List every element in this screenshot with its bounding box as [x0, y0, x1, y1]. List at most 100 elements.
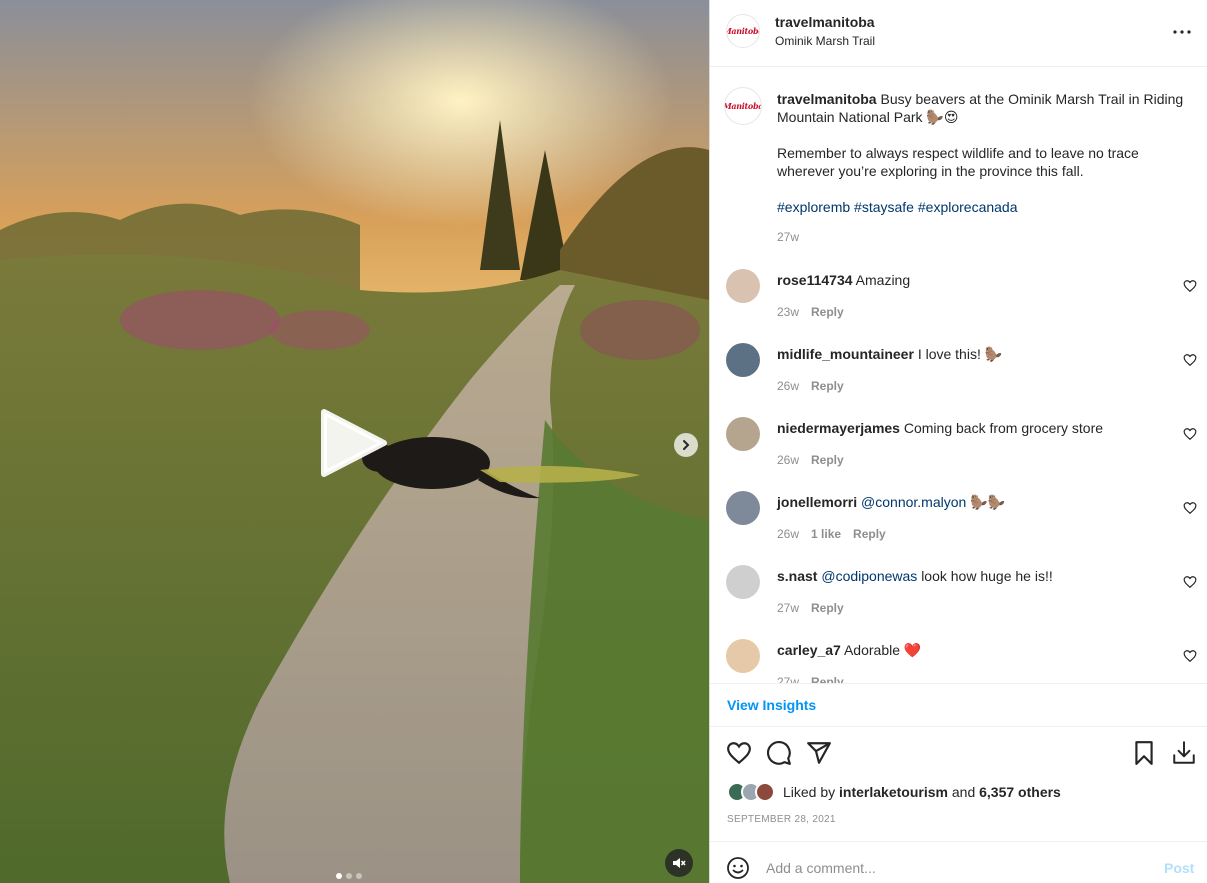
comment-item: midlife_mountaineer I love this! 🦫 26w Re… [710, 343, 1207, 417]
carousel-indicator [336, 873, 362, 879]
comment-username[interactable]: jonellemorri [777, 494, 857, 510]
comment-mention[interactable]: @codiponewas [821, 568, 917, 584]
reply-button[interactable]: Reply [853, 527, 886, 541]
heart-icon[interactable] [726, 740, 752, 766]
comment-body: midlife_mountaineer I love this! 🦫 [777, 345, 1157, 363]
more-options-icon[interactable] [1170, 20, 1194, 44]
comment-text: Amazing [855, 272, 911, 288]
mute-toggle-button[interactable] [665, 849, 693, 877]
commenter-avatar[interactable] [726, 269, 760, 303]
chevron-right-icon [683, 440, 690, 450]
comment-text: I love this! 🦫 [917, 346, 1003, 362]
caption-avatar[interactable]: Manitoba [724, 87, 762, 125]
caption-hashtags: #exploremb #staysafe #explorecanada [777, 198, 1197, 216]
comment-text: look how huge he is!! [921, 568, 1053, 584]
comment-username[interactable]: midlife_mountaineer [777, 346, 914, 362]
view-insights-link[interactable]: View Insights [727, 697, 816, 713]
heart-icon[interactable] [1183, 279, 1197, 293]
liker-username[interactable]: interlaketourism [839, 784, 948, 800]
download-icon[interactable] [1171, 740, 1197, 766]
comment-meta: 26w Reply [777, 379, 844, 393]
heart-icon[interactable] [1183, 427, 1197, 441]
carousel-dot-active [336, 873, 342, 879]
comment-input[interactable] [766, 858, 1146, 878]
likes-summary: Liked by interlaketourism and 6,357 othe… [727, 782, 1061, 802]
caption-paragraph: Remember to always respect wildlife and … [777, 145, 1139, 179]
heart-icon[interactable] [1183, 575, 1197, 589]
reply-button[interactable]: Reply [811, 675, 844, 683]
comment-username[interactable]: carley_a7 [777, 642, 841, 658]
reply-button[interactable]: Reply [811, 379, 844, 393]
hashtag-link[interactable]: #explorecanada [918, 199, 1018, 215]
post-media[interactable] [0, 0, 709, 883]
comment-body: jonellemorri @connor.malyon 🦫🦫 [777, 493, 1157, 511]
muted-speaker-icon [673, 858, 686, 868]
account-username[interactable]: travelmanitoba [775, 14, 875, 30]
comment-icon[interactable] [766, 740, 792, 766]
comment-meta: 26w 1 like Reply [777, 527, 886, 541]
play-icon[interactable] [318, 408, 388, 478]
comment-timestamp[interactable]: 26w [777, 453, 799, 467]
comment-text: Adorable ❤️ [843, 642, 922, 658]
comment-username[interactable]: niedermayerjames [777, 420, 900, 436]
comment-body: rose114734 Amazing [777, 271, 1157, 289]
carousel-dot [356, 873, 362, 879]
location-link[interactable]: Ominik Marsh Trail [775, 34, 875, 48]
comment-likes-count[interactable]: 1 like [811, 527, 841, 541]
caption-username[interactable]: travelmanitoba [777, 91, 877, 107]
comment-item: s.nast @codiponewas look how huge he is!… [710, 565, 1207, 639]
comment-item: rose114734 Amazing 23w Reply [710, 269, 1207, 343]
post-header: Manitoba travelmanitoba Ominik Marsh Tra… [710, 0, 1207, 67]
comment-timestamp[interactable]: 27w [777, 675, 799, 683]
heart-icon[interactable] [1183, 649, 1197, 663]
likes-others-link[interactable]: 6,357 others [979, 784, 1061, 800]
commenter-avatar[interactable] [726, 343, 760, 377]
commenter-avatar[interactable] [726, 639, 760, 673]
send-icon[interactable] [806, 740, 832, 766]
commenter-avatar[interactable] [726, 417, 760, 451]
comment-timestamp[interactable]: 26w [777, 379, 799, 393]
caption-timestamp[interactable]: 27w [777, 230, 799, 244]
comment-item: carley_a7 Adorable ❤️ 27w Reply [710, 639, 1207, 683]
bookmark-icon[interactable] [1131, 740, 1157, 766]
comment-meta: 23w Reply [777, 305, 844, 319]
reply-button[interactable]: Reply [811, 601, 844, 615]
hashtag-link[interactable]: #staysafe [854, 199, 914, 215]
comment-timestamp[interactable]: 26w [777, 527, 799, 541]
comment-item: niedermayerjames Coming back from grocer… [710, 417, 1207, 491]
next-media-button[interactable] [674, 433, 698, 457]
comment-timestamp[interactable]: 27w [777, 601, 799, 615]
hashtag-link[interactable]: #exploremb [777, 199, 850, 215]
logo-wordmark: Manitoba [724, 101, 762, 111]
reply-button[interactable]: Reply [811, 305, 844, 319]
divider [710, 683, 1207, 684]
reply-button[interactable]: Reply [811, 453, 844, 467]
smiley-icon[interactable] [726, 856, 750, 880]
comment-mention[interactable]: @connor.malyon [861, 494, 966, 510]
commenter-avatar[interactable] [726, 491, 760, 525]
comment-meta: 27w Reply [777, 675, 844, 683]
post-caption: travelmanitoba Busy beavers at the Omini… [777, 90, 1197, 216]
likes-conjunction: and [951, 784, 976, 800]
add-comment-bar: Post [710, 842, 1207, 883]
comment-timestamp[interactable]: 23w [777, 305, 799, 319]
post-details-panel: Manitoba travelmanitoba Ominik Marsh Tra… [709, 0, 1207, 883]
post-comment-button[interactable]: Post [1164, 860, 1194, 876]
heart-icon[interactable] [1183, 501, 1197, 515]
comment-meta: 27w Reply [777, 601, 844, 615]
liker-avatar[interactable] [755, 782, 775, 802]
comment-body: carley_a7 Adorable ❤️ [777, 641, 1157, 659]
post-date[interactable]: SEPTEMBER 28, 2021 [727, 814, 836, 825]
comment-username[interactable]: s.nast [777, 568, 817, 584]
carousel-dot [346, 873, 352, 879]
likes-text: Liked by interlaketourism and 6,357 othe… [783, 784, 1061, 800]
account-avatar[interactable]: Manitoba [726, 14, 760, 48]
logo-wordmark: Manitoba [727, 26, 759, 36]
comments-list[interactable]: Manitoba travelmanitoba Busy beavers at … [710, 68, 1207, 683]
commenter-avatar[interactable] [726, 565, 760, 599]
comment-username[interactable]: rose114734 [777, 272, 853, 288]
comment-body: s.nast @codiponewas look how huge he is!… [777, 567, 1157, 585]
likes-prefix: Liked by [783, 784, 836, 800]
heart-icon[interactable] [1183, 353, 1197, 367]
comment-text: 🦫🦫 [970, 494, 1006, 510]
